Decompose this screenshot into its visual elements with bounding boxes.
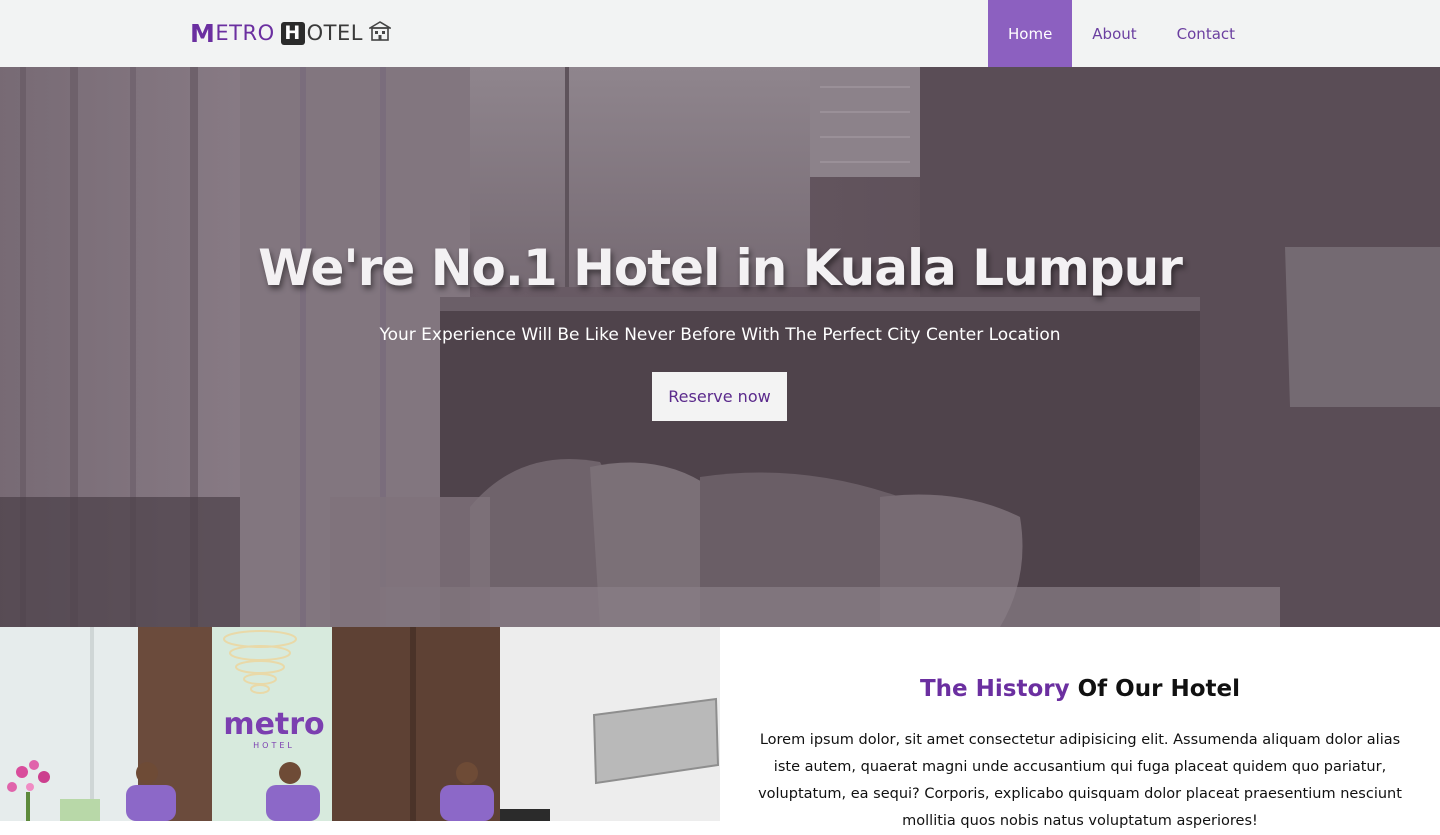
logo-text-otel: OTEL <box>306 21 363 45</box>
hotel-building-icon <box>367 20 393 47</box>
nav-about[interactable]: About <box>1072 0 1156 67</box>
logo-letter-m: M <box>190 18 216 48</box>
lobby-photo <box>0 627 720 821</box>
logo-letter-h: H <box>280 21 305 45</box>
logo-text-etro: ETRO <box>215 21 275 45</box>
lobby-sign: metro HOTEL <box>222 707 326 751</box>
history-title-rest: Of Our Hotel <box>1069 676 1240 702</box>
hero-title: We're No.1 Hotel in Kuala Lumpur <box>258 239 1183 297</box>
history-section: The History Of Our Hotel Lorem ipsum dol… <box>720 627 1440 829</box>
hero-subtitle: Your Experience Will Be Like Never Befor… <box>379 325 1061 345</box>
hero-banner: We're No.1 Hotel in Kuala Lumpur Your Ex… <box>0 67 1440 627</box>
lobby-sign-sub: HOTEL <box>253 741 295 750</box>
lobby-sign-text: metro <box>223 707 325 742</box>
main-menu: Home About Contact <box>988 0 1255 67</box>
brand-logo[interactable]: M ETRO H OTEL <box>190 18 393 48</box>
history-text: Lorem ipsum dolor, sit amet consectetur … <box>758 732 1402 829</box>
lobby-image: metro HOTEL <box>0 627 720 821</box>
nav-contact[interactable]: Contact <box>1157 0 1255 67</box>
history-title: The History Of Our Hotel <box>720 676 1440 702</box>
reserve-now-button[interactable]: Reserve now <box>652 372 787 421</box>
history-title-highlight: The History <box>919 676 1070 702</box>
nav-home[interactable]: Home <box>988 0 1073 67</box>
hero-background-image <box>0 67 1440 627</box>
navbar: M ETRO H OTEL Home About Contact <box>0 0 1440 67</box>
